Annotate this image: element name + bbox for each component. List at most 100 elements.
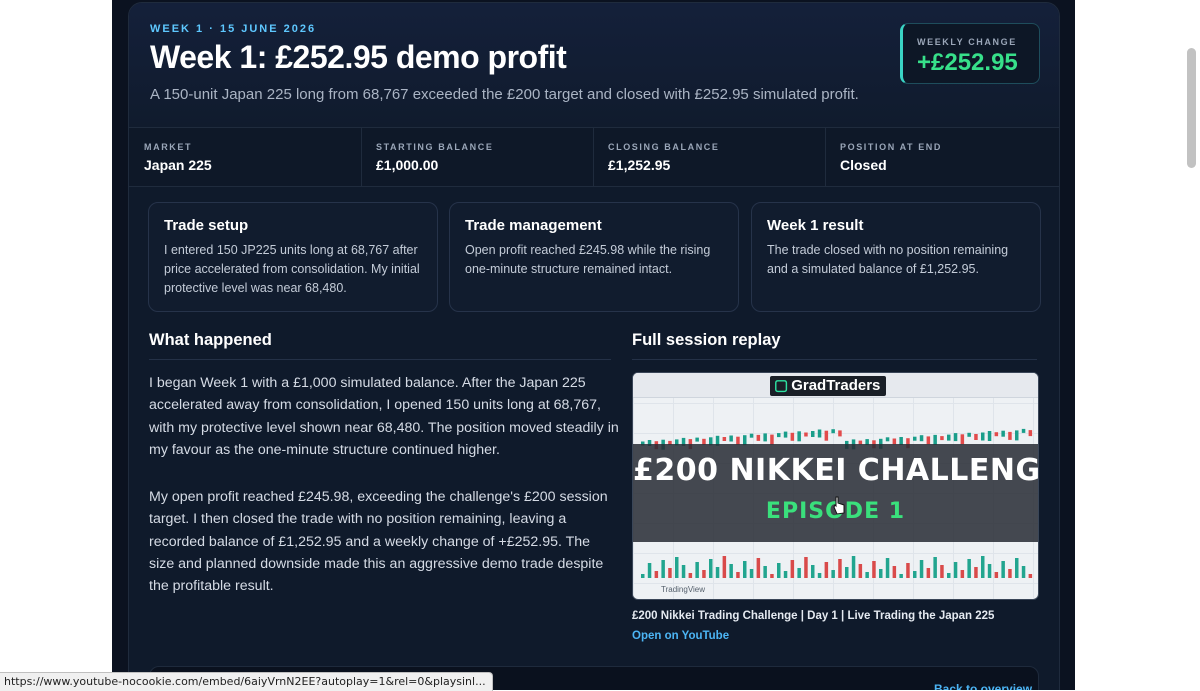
narrative-paragraph-1: I began Week 1 with a £1,000 simulated b… xyxy=(149,375,619,458)
thumbnail-volume-bar xyxy=(695,562,699,578)
thumbnail-volume-bar xyxy=(879,569,883,578)
thumbnail-candle xyxy=(783,431,788,438)
narrative-paragraph-2: My open profit reached £245.98, exceedin… xyxy=(149,489,608,595)
open-on-youtube-link[interactable]: Open on YouTube xyxy=(632,630,729,642)
thumbnail-volume-bar xyxy=(831,570,835,578)
thumbnail-volume-bar xyxy=(756,558,761,578)
thumbnail-candle xyxy=(987,431,992,441)
thumbnail-volume-bar xyxy=(675,557,679,578)
thumbnail-candle xyxy=(1001,430,1005,437)
stat-label: MARKET xyxy=(144,142,193,152)
thumbnail-volume-bar xyxy=(919,560,924,578)
thumbnail-volume-bar xyxy=(647,563,652,578)
page-title: Week 1: £252.95 demo profit xyxy=(150,39,567,75)
scrollbar-thumb[interactable] xyxy=(1187,48,1196,168)
thumbnail-volume-bar xyxy=(926,568,931,578)
thumbnail-volume-bar xyxy=(729,564,733,578)
thumbnail-volume-bar xyxy=(947,573,951,578)
thumbnail-volume-bar xyxy=(770,574,774,578)
thumbnail-candle xyxy=(960,434,965,445)
video-caption: £200 Nikkei Trading Challenge | Day 1 | … xyxy=(632,610,995,622)
page: WEEK 1 · 15 JUNE 2026 Week 1: £252.95 de… xyxy=(112,0,1075,690)
thumbnail-volume-bar xyxy=(736,572,740,578)
thumbnail-volume-bar xyxy=(722,556,727,578)
thumbnail-volume-bar xyxy=(804,557,808,578)
thumbnail-candle xyxy=(804,432,808,437)
thumbnail-volume-bar xyxy=(688,573,693,578)
thumbnail-volume-bar xyxy=(824,562,829,578)
week-result-card: Week 1 result The trade closed with no p… xyxy=(751,202,1041,312)
thumbnail-volume-bar xyxy=(885,558,890,578)
card-title: Trade management xyxy=(465,217,602,234)
thumbnail-candle xyxy=(749,433,754,438)
stat-value: Japan 225 xyxy=(144,157,212,173)
card-body: The trade closed with no position remain… xyxy=(767,243,1009,276)
stat-market: MARKET Japan 225 xyxy=(129,128,362,186)
thumbnail-volume-bar xyxy=(749,569,754,578)
week-date-eyebrow: WEEK 1 · 15 JUNE 2026 xyxy=(150,23,317,35)
thumbnail-candle xyxy=(797,431,801,442)
thumbnail-volume-bar xyxy=(987,564,992,578)
thumbnail-volume-bar xyxy=(1001,561,1005,578)
hero-header: WEEK 1 · 15 JUNE 2026 Week 1: £252.95 de… xyxy=(129,3,1059,127)
thumbnail-candle xyxy=(1015,430,1019,441)
stat-label: CLOSING BALANCE xyxy=(608,142,720,152)
thumbnail-volume-bar xyxy=(940,565,944,578)
thumbnail-candle xyxy=(994,432,999,437)
card-title: Week 1 result xyxy=(767,217,864,234)
thumbnail-volume-bar xyxy=(1028,574,1033,578)
thumbnail-candle xyxy=(790,432,795,441)
thumbnail-volume-bar xyxy=(654,571,659,578)
thumbnail-candle xyxy=(967,432,971,437)
thumbnail-candle xyxy=(1008,431,1012,440)
card-body: Open profit reached £245.98 while the ri… xyxy=(465,243,711,276)
thumbnail-volume-bar xyxy=(913,571,917,578)
thumbnail-candle xyxy=(817,429,822,438)
stat-position-at-end: POSITION AT END Closed xyxy=(825,128,1059,186)
thumbnail-volume-bar xyxy=(1021,566,1026,578)
weekly-change-badge: WEEKLY CHANGE +£252.95 xyxy=(900,23,1040,84)
thumbnail-volume-bar xyxy=(981,556,985,578)
thumbnail-candle xyxy=(831,429,835,434)
thumbnail-volume-bar xyxy=(709,559,713,578)
stat-value: £1,000.00 xyxy=(376,157,439,173)
thumbnail-candle xyxy=(722,437,727,441)
thumbnail-candle xyxy=(913,436,917,441)
thumbnail-volume-bar xyxy=(661,560,665,578)
thumbnail-volume-bar xyxy=(899,574,903,578)
logo-icon: ▢ xyxy=(774,377,789,394)
thumbnail-volume-bar xyxy=(668,568,672,578)
stat-label: STARTING BALANCE xyxy=(376,142,494,152)
thumbnail-volume-bar xyxy=(641,574,645,578)
status-bar-url: https://www.youtube-nocookie.com/embed/6… xyxy=(0,672,493,691)
thumbnail-candle xyxy=(756,434,761,441)
trade-management-card: Trade management Open profit reached £24… xyxy=(449,202,739,312)
thumbnail-volume-bar xyxy=(960,570,965,578)
thumbnail-candle xyxy=(885,437,890,442)
thumbnail-volume-bar xyxy=(994,572,999,578)
thumbnail-volume-bar xyxy=(892,566,897,578)
video-player[interactable]: ▢ GradTraders £200 NIKKEI CHALLENGE EPISO… xyxy=(632,372,1039,600)
stat-value: Closed xyxy=(840,157,887,173)
thumbnail-volume-bar xyxy=(743,561,747,578)
thumbnail-volume-bar xyxy=(777,563,781,578)
divider xyxy=(149,359,611,360)
back-to-overview-link[interactable]: Back to overview xyxy=(934,682,1032,690)
gradtraders-logo: ▢ GradTraders xyxy=(770,376,887,396)
thumbnail-candle xyxy=(811,431,815,437)
thumbnail-candle xyxy=(777,433,781,438)
stats-strip: MARKET Japan 225 STARTING BALANCE £1,000… xyxy=(129,127,1059,187)
thumbnail-volume-bar xyxy=(953,562,958,578)
thumbnail-volume-bar xyxy=(797,568,801,578)
thumbnail-volume-bar xyxy=(790,560,795,578)
thumbnail-volume-bar xyxy=(838,559,842,578)
thumbnail-candle xyxy=(974,434,978,440)
stat-closing-balance: CLOSING BALANCE £1,252.95 xyxy=(593,128,826,186)
thumbnail-candle xyxy=(981,432,985,441)
thumbnail-candle xyxy=(919,435,924,442)
card-body: I entered 150 JP225 units long at 68,767… xyxy=(164,243,420,295)
thumbnail-candle xyxy=(838,430,842,437)
stat-starting-balance: STARTING BALANCE £1,000.00 xyxy=(361,128,594,186)
thumbnail-volume-bar xyxy=(702,570,706,578)
weekly-change-value: +£252.95 xyxy=(917,49,1018,76)
